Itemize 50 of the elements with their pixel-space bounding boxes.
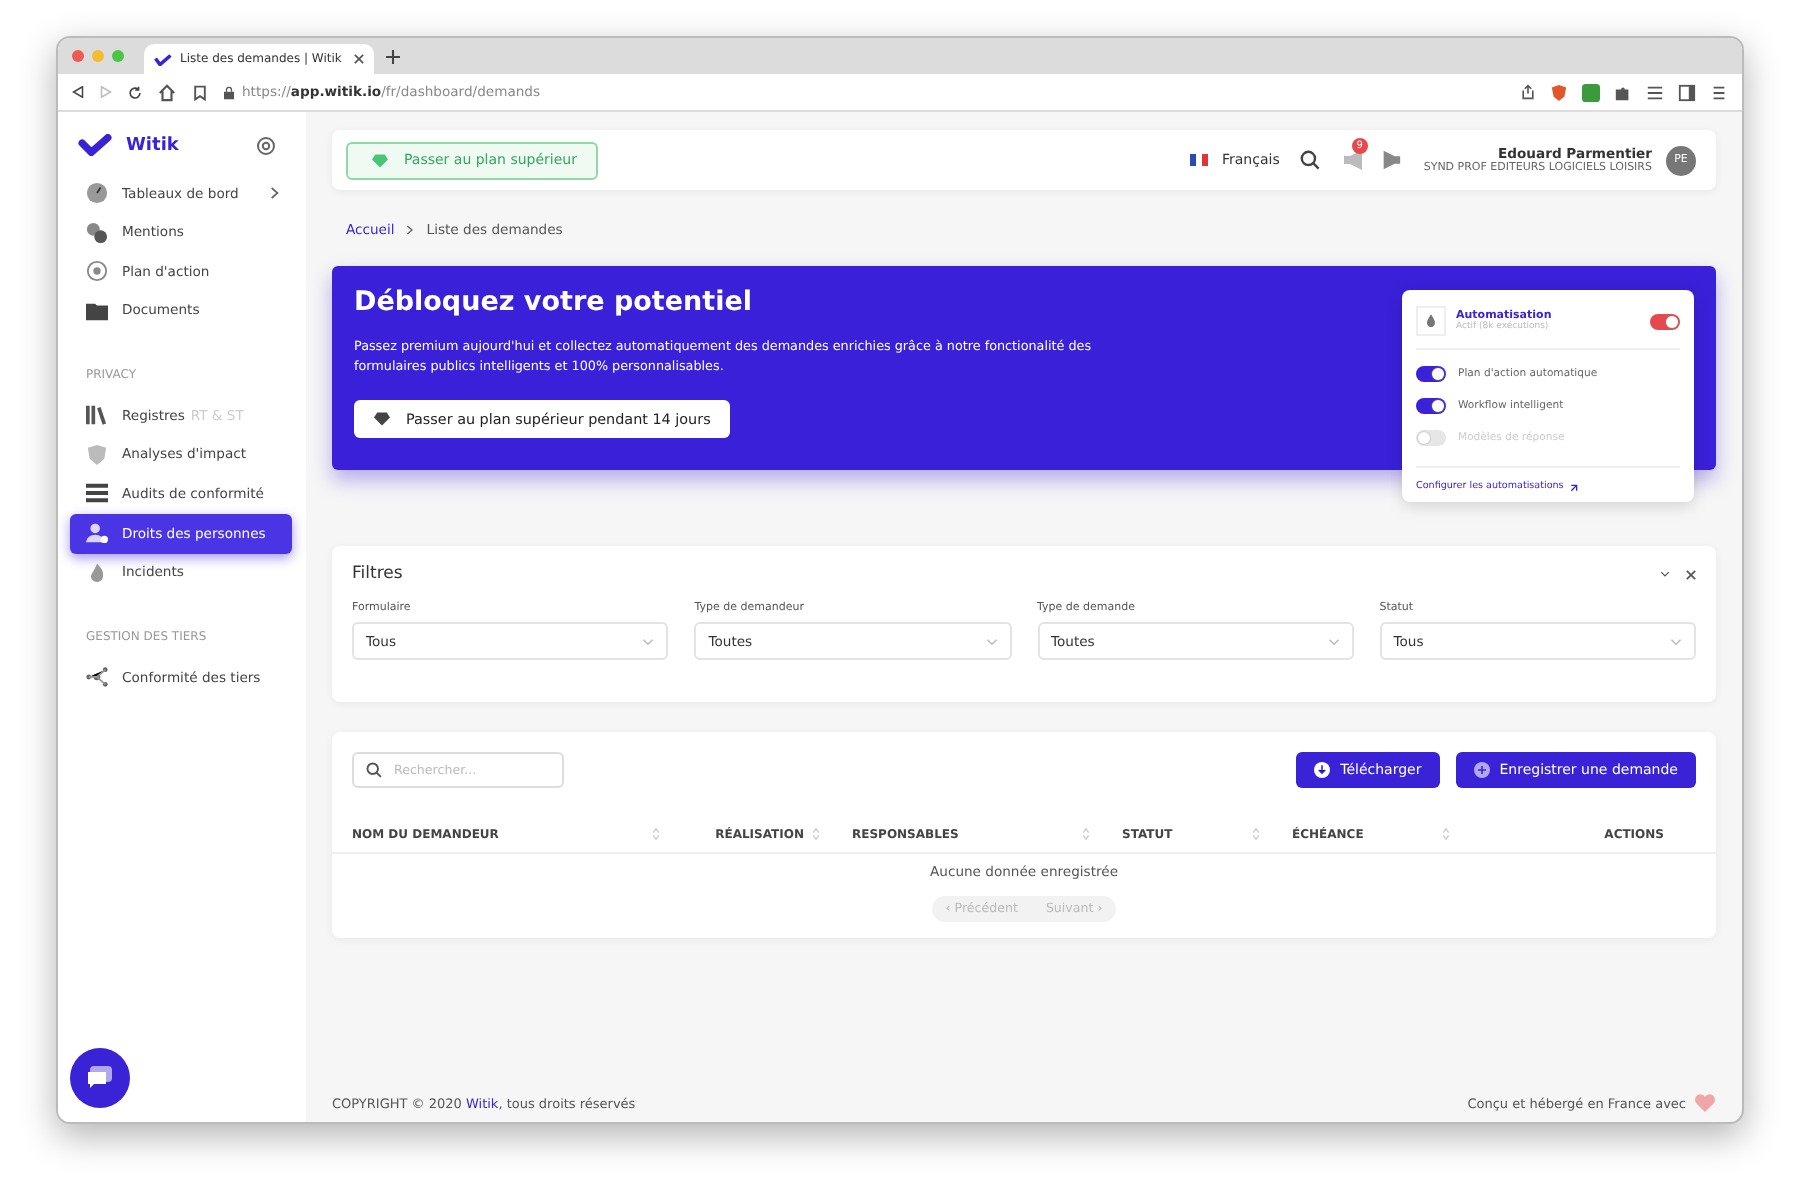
banner-title: Débloquez votre potentiel: [354, 286, 754, 318]
network-icon: [86, 666, 108, 689]
folder-icon: [86, 299, 108, 322]
list-icon[interactable]: [1646, 83, 1664, 101]
settings-icon[interactable]: [256, 135, 276, 155]
diamond-icon: [372, 153, 388, 167]
menu-icon[interactable]: [1710, 83, 1728, 101]
toggle-switch[interactable]: [1416, 366, 1446, 382]
logo-icon: [78, 134, 112, 156]
megaphone-icon[interactable]: [1341, 150, 1366, 170]
shield-icon: [86, 443, 108, 466]
logo-icon: [154, 53, 172, 65]
toggle-switch[interactable]: [1416, 430, 1446, 446]
close-icon[interactable]: [354, 54, 364, 64]
back-icon[interactable]: [72, 86, 84, 98]
plus-icon: [1473, 762, 1490, 778]
heart-icon: [1694, 1094, 1716, 1112]
brand-name: Witik: [126, 135, 179, 155]
books-icon: [86, 404, 108, 427]
chevron-icon: [406, 224, 415, 236]
user-icon: [86, 522, 108, 544]
gauge-icon: [86, 182, 108, 205]
chevron-down-icon: [985, 637, 997, 645]
lock-icon: [224, 85, 234, 99]
diamond-icon: [374, 411, 390, 425]
download-icon: [1314, 762, 1331, 778]
chevron-down-icon[interactable]: [1660, 570, 1670, 578]
megaphone-icon[interactable]: [1379, 150, 1402, 170]
flag-icon: [1189, 154, 1208, 166]
chevron-down-icon: [1327, 637, 1340, 645]
toggle-switch[interactable]: [1650, 313, 1680, 329]
new-tab-icon[interactable]: [386, 49, 400, 63]
reload-icon[interactable]: [128, 85, 142, 99]
drop-icon: [1416, 306, 1446, 336]
shield-icon[interactable]: [1550, 83, 1568, 101]
home-icon[interactable]: [158, 83, 176, 101]
list-icon: [86, 482, 108, 505]
extension-icon[interactable]: [1582, 83, 1600, 101]
external-link-icon: [1569, 483, 1578, 491]
target-icon: [86, 260, 108, 283]
sidebar-icon[interactable]: [1678, 83, 1696, 101]
close-icon[interactable]: [1686, 569, 1696, 579]
chat-button[interactable]: [70, 1048, 130, 1108]
chevron-down-icon: [1670, 637, 1682, 645]
search-icon[interactable]: [1299, 150, 1320, 170]
chevron-down-icon: [642, 637, 655, 645]
share-icon[interactable]: [1520, 84, 1536, 100]
bookmark-icon[interactable]: [192, 83, 208, 101]
toggle-switch[interactable]: [1416, 398, 1446, 414]
panel-title: Filtres: [352, 564, 403, 584]
